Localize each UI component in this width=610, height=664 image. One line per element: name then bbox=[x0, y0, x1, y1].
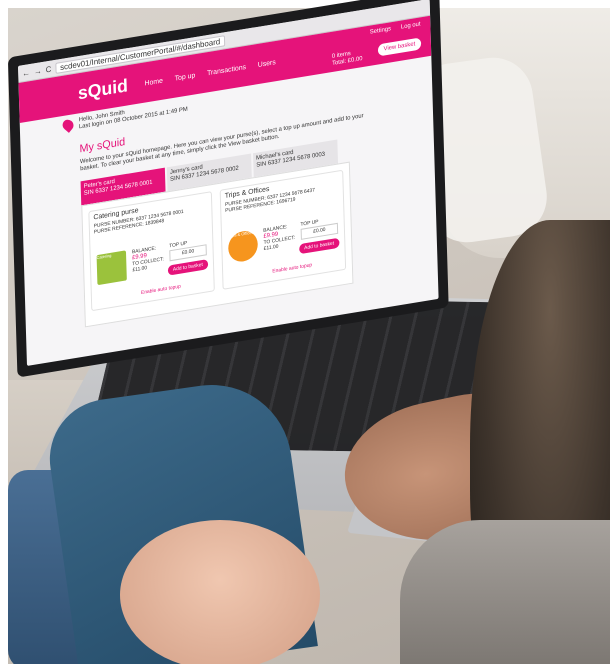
view-basket-button[interactable]: View basket bbox=[377, 37, 422, 57]
add-to-basket-button[interactable]: Add to basket bbox=[299, 237, 340, 255]
balance-block: BALANCE: £9.99 TO COLLECT: £11.00 bbox=[263, 224, 296, 252]
back-icon[interactable]: ← bbox=[22, 68, 30, 78]
purse-card: Catering purse PURSE NUMBER: 6337 1234 5… bbox=[88, 191, 215, 312]
purse-card: Trips & Offices PURSE NUMBER: 6337 1234 … bbox=[219, 169, 347, 290]
enable-auto-topup-link[interactable]: Enable auto topup bbox=[141, 284, 181, 296]
squid-logo[interactable]: sQuid bbox=[78, 75, 129, 104]
topup-block: TOP UP £0.00 bbox=[169, 237, 207, 262]
balance-block: BALANCE: £9.99 TO COLLECT: £11.00 bbox=[131, 245, 164, 274]
logout-link[interactable]: Log out bbox=[401, 21, 421, 30]
nav-home[interactable]: Home bbox=[144, 78, 163, 88]
forward-icon[interactable]: → bbox=[34, 66, 42, 76]
nav-users[interactable]: Users bbox=[258, 59, 276, 69]
nav-top-up[interactable]: Top up bbox=[175, 72, 196, 82]
topup-block: TOP UP £0.00 bbox=[300, 216, 339, 240]
person-shoulder bbox=[400, 520, 610, 664]
basket-summary: 0 items Total: £0.00 bbox=[332, 49, 363, 68]
catering-image: Catering bbox=[96, 250, 127, 286]
child-hands bbox=[120, 520, 320, 664]
reload-icon[interactable]: C bbox=[46, 64, 52, 74]
location-pin-icon bbox=[60, 117, 76, 133]
photo-scene: ← → C scdev01/Internal/CustomerPortal/#/… bbox=[0, 0, 610, 664]
settings-link[interactable]: Settings bbox=[370, 26, 391, 35]
header-links: Settings Log out bbox=[370, 21, 421, 35]
enable-auto-topup-link[interactable]: Enable auto topup bbox=[272, 262, 312, 274]
add-to-basket-button[interactable]: Add to basket bbox=[167, 259, 208, 276]
trips-image: Trips & Offices bbox=[227, 228, 259, 264]
nav-transactions[interactable]: Transactions bbox=[207, 64, 246, 77]
